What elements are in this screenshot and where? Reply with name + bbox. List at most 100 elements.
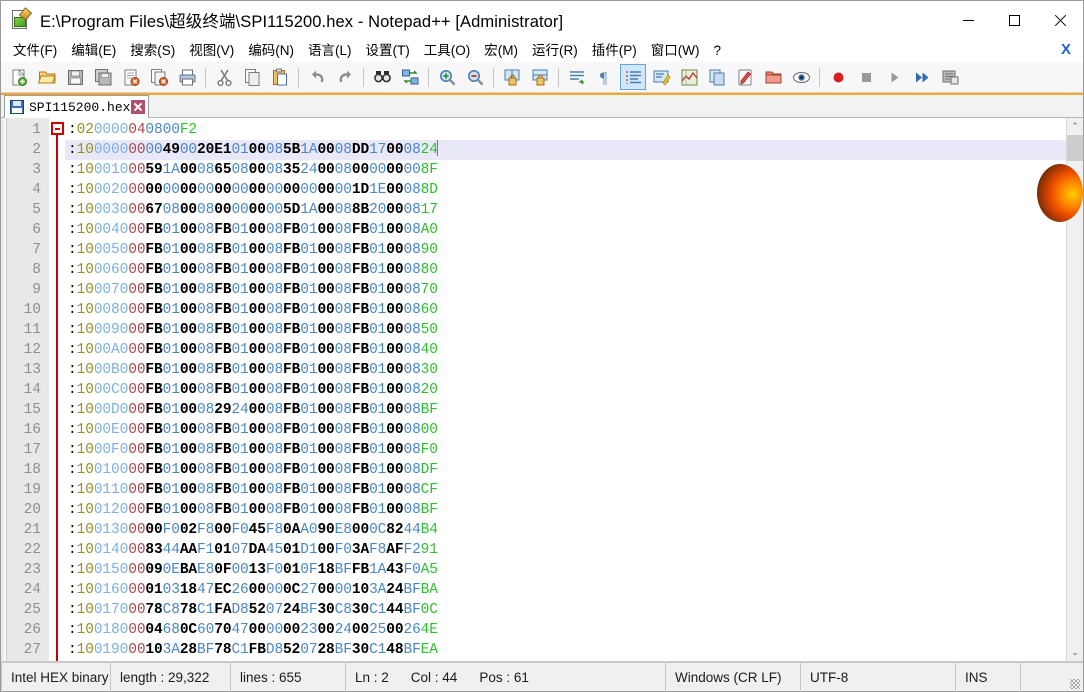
scrollbar-track[interactable] [1067, 161, 1083, 644]
menu-item-edit[interactable]: 编辑(E) [64, 40, 123, 61]
open-folder-button[interactable] [760, 64, 786, 90]
hex-data-byte: 01 [369, 302, 387, 318]
code-line[interactable]: :1000C000FB010008FB010008FB010008FB01000… [65, 380, 1066, 400]
status-encoding[interactable]: UTF-8 [801, 662, 956, 692]
hex-data-byte: 00 [248, 482, 266, 498]
menu-item-settings[interactable]: 设置(T) [359, 40, 417, 61]
close-all-files-button[interactable] [146, 64, 172, 90]
hex-byte-count: 10 [76, 342, 94, 358]
menu-item-search[interactable]: 搜索(S) [123, 40, 182, 61]
status-line-ending[interactable]: Windows (CR LF) [666, 662, 801, 692]
code-line[interactable]: :10006000FB010008FB010008FB010008FB01000… [65, 260, 1066, 280]
macro-play-button[interactable] [881, 64, 907, 90]
save-all-button[interactable] [90, 64, 116, 90]
sync-vertical-scroll-button[interactable] [499, 64, 525, 90]
indent-guide-button[interactable] [620, 64, 646, 90]
code-line[interactable]: :100020000000000000000000000000001D1E000… [65, 180, 1066, 200]
tab-spi115200-hex[interactable]: SPI115200.hex [4, 95, 150, 118]
hex-data-byte: 08 [403, 502, 421, 518]
scroll-down-arrow[interactable]: ⌄ [1067, 644, 1083, 661]
sync-horizontal-scroll-button[interactable] [527, 64, 553, 90]
code-line[interactable]: :10019000103A28BF78C1FBD8520728BF30C148B… [65, 640, 1066, 660]
menu-item-macro[interactable]: 宏(M) [477, 40, 525, 61]
code-line[interactable]: :1001600001031847EC2600000C270000103A24B… [65, 580, 1066, 600]
code-line[interactable]: :10010000FB010008FB010008FB010008FB01000… [65, 460, 1066, 480]
hex-data-byte: 00 [248, 422, 266, 438]
code-line[interactable]: :10001000591A000865080008352400080000000… [65, 160, 1066, 180]
user-defined-language-button[interactable] [648, 64, 674, 90]
code-line[interactable]: :10007000FB010008FB010008FB010008FB01000… [65, 280, 1066, 300]
hex-checksum: 80 [420, 262, 438, 278]
macro-playback-multiple-button[interactable] [909, 64, 935, 90]
menu-item-tools[interactable]: 工具(O) [417, 40, 478, 61]
menu-item-file[interactable]: 文件(F) [6, 40, 64, 61]
code-line[interactable]: :1000A000FB010008FB010008FB010008FB01000… [65, 340, 1066, 360]
hex-byte-count: 10 [76, 482, 94, 498]
code-line[interactable]: :10005000FB010008FB010008FB010008FB01000… [65, 240, 1066, 260]
code-line[interactable]: :10009000FB010008FB010008FB010008FB01000… [65, 320, 1066, 340]
menu-item-plugins[interactable]: 插件(P) [585, 40, 644, 61]
code-line[interactable]: :1000D000FB01000829240008FB010008FB01000… [65, 400, 1066, 420]
show-all-characters-button[interactable]: ¶ [592, 64, 618, 90]
code-line[interactable]: :1001300000F002F800F045F80AA090E8000C824… [65, 520, 1066, 540]
code-folding-margin[interactable] [49, 118, 65, 661]
find-button[interactable] [369, 64, 395, 90]
print-button[interactable] [174, 64, 200, 90]
status-insert-mode[interactable]: INS [956, 662, 1021, 692]
menu-item-window[interactable]: 窗口(W) [644, 40, 707, 61]
menu-item-encoding[interactable]: 编码(N) [241, 40, 301, 61]
code-line[interactable]: :100140008344AAF10107DA4501D100F03AF8AFF… [65, 540, 1066, 560]
code-line[interactable]: :1000E000FB010008FB010008FB010008FB01000… [65, 420, 1066, 440]
zoom-in-button[interactable] [434, 64, 460, 90]
macro-stop-button[interactable] [853, 64, 879, 90]
paste-button[interactable] [267, 64, 293, 90]
hex-data-byte: 01 [162, 442, 180, 458]
redo-button[interactable] [332, 64, 358, 90]
copy-button[interactable] [239, 64, 265, 90]
code-line[interactable]: :10015000090EBAE80F0013F0010F18BFFB1A43F… [65, 560, 1066, 580]
menu-item-view[interactable]: 视图(V) [182, 40, 241, 61]
menu-item-language[interactable]: 语言(L) [301, 40, 359, 61]
save-button[interactable] [62, 64, 88, 90]
close-window-button[interactable] [1037, 1, 1083, 39]
replace-button[interactable] [397, 64, 423, 90]
code-line[interactable]: :1000B000FB010008FB010008FB010008FB01000… [65, 360, 1066, 380]
open-file-button[interactable] [34, 64, 60, 90]
hex-data-byte: FB [351, 262, 370, 278]
cut-button[interactable] [211, 64, 237, 90]
monitoring-button[interactable] [788, 64, 814, 90]
code-line[interactable]: :020000040800F2 [65, 120, 1066, 140]
vertical-scrollbar[interactable]: ⌃ ⌄ [1066, 118, 1083, 661]
close-file-button[interactable] [118, 64, 144, 90]
code-line[interactable]: :1001700078C878C1FAD8520724BF30C830C144B… [65, 600, 1066, 620]
document-map-button[interactable] [676, 64, 702, 90]
new-file-button[interactable] [6, 64, 32, 90]
scroll-up-arrow[interactable]: ⌃ [1067, 118, 1083, 135]
menu-item-run[interactable]: 运行(R) [525, 40, 585, 61]
zoom-out-button[interactable] [462, 64, 488, 90]
hex-data-byte: 01 [300, 422, 318, 438]
code-line[interactable]: :10008000FB010008FB010008FB010008FB01000… [65, 300, 1066, 320]
tab-close-icon[interactable] [131, 100, 146, 114]
scrollbar-thumb[interactable] [1067, 135, 1083, 161]
menu-item-help[interactable]: ? [706, 40, 728, 61]
code-line[interactable]: :10011000FB010008FB010008FB010008FB01000… [65, 480, 1066, 500]
resize-grip[interactable] [1021, 663, 1083, 692]
code-line[interactable]: :1000F000FB010008FB010008FB010008FB01000… [65, 440, 1066, 460]
code-line[interactable]: :10004000FB010008FB010008FB010008FB01000… [65, 220, 1066, 240]
fold-collapse-box[interactable] [51, 122, 64, 135]
code-line[interactable]: :1000000000490020E10100085B1A0008DD17000… [65, 140, 1066, 160]
code-text-area[interactable]: :020000040800F2:1000000000490020E1010008… [65, 118, 1066, 661]
macro-save-button[interactable] [937, 64, 963, 90]
macro-record-button[interactable] [825, 64, 851, 90]
code-line[interactable]: :10012000FB010008FB010008FB010008FB01000… [65, 500, 1066, 520]
code-line[interactable]: :1000300067080008000000005D1A00088B20000… [65, 200, 1066, 220]
code-line[interactable]: :1001800004680C6070470000002300240025002… [65, 620, 1066, 640]
word-wrap-button[interactable] [564, 64, 590, 90]
close-document-button[interactable]: X [1061, 41, 1071, 59]
minimize-button[interactable] [945, 1, 991, 39]
folder-as-workspace-button[interactable] [732, 64, 758, 90]
undo-button[interactable] [304, 64, 330, 90]
maximize-button[interactable] [991, 1, 1037, 39]
function-list-button[interactable] [704, 64, 730, 90]
